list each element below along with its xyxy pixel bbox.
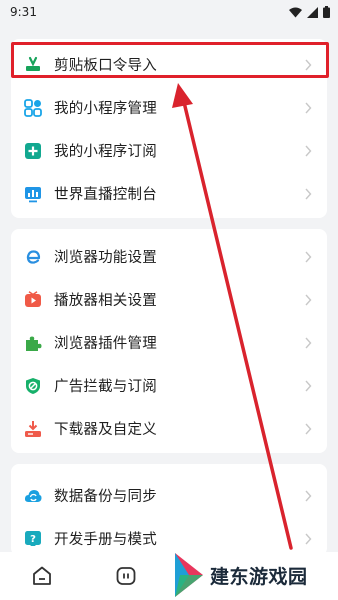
menu-item-label: 播放器相关设置 [54, 293, 157, 309]
chevron-right-icon [305, 337, 312, 348]
nav-home-button[interactable] [30, 564, 54, 588]
menu-item-player-settings[interactable]: 播放器相关设置 [11, 278, 327, 321]
nav-tabs-button[interactable] [114, 564, 138, 588]
chevron-right-icon [305, 294, 312, 305]
chevron-right-icon [305, 380, 312, 391]
chevron-right-icon [305, 145, 312, 156]
signal-icon [307, 6, 318, 18]
chevron-right-icon [305, 423, 312, 434]
chevron-right-icon [305, 59, 312, 70]
svg-text:?: ? [30, 534, 36, 545]
menu-item-mini-program-manage[interactable]: 我的小程序管理 [11, 86, 327, 129]
menu-item-label: 我的小程序订阅 [54, 144, 157, 160]
wifi-icon [289, 7, 302, 17]
menu-item-ad-block[interactable]: 广告拦截与订阅 [11, 364, 327, 407]
menu-item-mini-program-subscribe[interactable]: 我的小程序订阅 [11, 129, 327, 172]
browser-e-icon [24, 248, 42, 266]
chevron-right-icon [305, 251, 312, 262]
watermark: 建东游戏园 [172, 553, 308, 597]
menu-item-plugin-manage[interactable]: 浏览器插件管理 [11, 321, 327, 364]
watermark-logo-icon [175, 553, 203, 597]
live-console-icon [24, 185, 42, 203]
watermark-text: 建东游戏园 [210, 565, 308, 588]
menu-item-label: 开发手册与模式 [54, 532, 157, 548]
mini-program-grid-icon [24, 98, 42, 117]
menu-item-live-console[interactable]: 世界直播控制台 [11, 172, 327, 215]
chevron-right-icon [305, 102, 312, 113]
menu-item-label: 下载器及自定义 [54, 422, 157, 438]
menu-item-label: 剪贴板口令导入 [54, 58, 157, 74]
menu-item-label: 数据备份与同步 [54, 489, 157, 505]
chevron-right-icon [305, 188, 312, 199]
status-icons [289, 6, 330, 18]
tabs-icon [116, 567, 136, 585]
menu-item-label: 世界直播控制台 [54, 187, 157, 203]
settings-group-1: 剪贴板口令导入 我的小程序管理 我的小程序订阅 世界直播控制台 [11, 39, 327, 218]
settings-group-2: 浏览器功能设置 播放器相关设置 浏览器插件管理 广告拦截与订阅 下载器及自定义 [11, 229, 327, 453]
menu-item-label: 我的小程序管理 [54, 101, 157, 117]
menu-item-label: 浏览器插件管理 [54, 336, 157, 352]
player-icon [24, 290, 42, 309]
status-time: 9:31 [10, 5, 37, 19]
menu-item-browser-settings[interactable]: 浏览器功能设置 [11, 235, 327, 278]
menu-item-clipboard-import[interactable]: 剪贴板口令导入 [11, 43, 327, 86]
chevron-right-icon [305, 490, 312, 501]
status-bar: 9:31 [0, 0, 338, 24]
battery-icon [323, 6, 330, 18]
clipboard-import-icon [24, 56, 42, 74]
download-icon [24, 420, 42, 438]
mini-program-subscribe-icon [24, 142, 42, 160]
settings-group-3: 数据备份与同步 ? 开发手册与模式 [11, 464, 327, 556]
puzzle-icon [24, 334, 42, 352]
menu-item-backup-sync[interactable]: 数据备份与同步 [11, 474, 327, 517]
menu-item-label: 广告拦截与订阅 [54, 379, 157, 395]
chevron-right-icon [305, 533, 312, 544]
menu-item-dev-manual[interactable]: ? 开发手册与模式 [11, 517, 327, 556]
sync-cloud-icon [24, 487, 42, 505]
menu-item-label: 浏览器功能设置 [54, 250, 157, 266]
home-icon [33, 566, 51, 585]
shield-block-icon [24, 377, 42, 395]
help-manual-icon: ? [24, 530, 42, 548]
menu-item-downloader[interactable]: 下载器及自定义 [11, 407, 327, 450]
